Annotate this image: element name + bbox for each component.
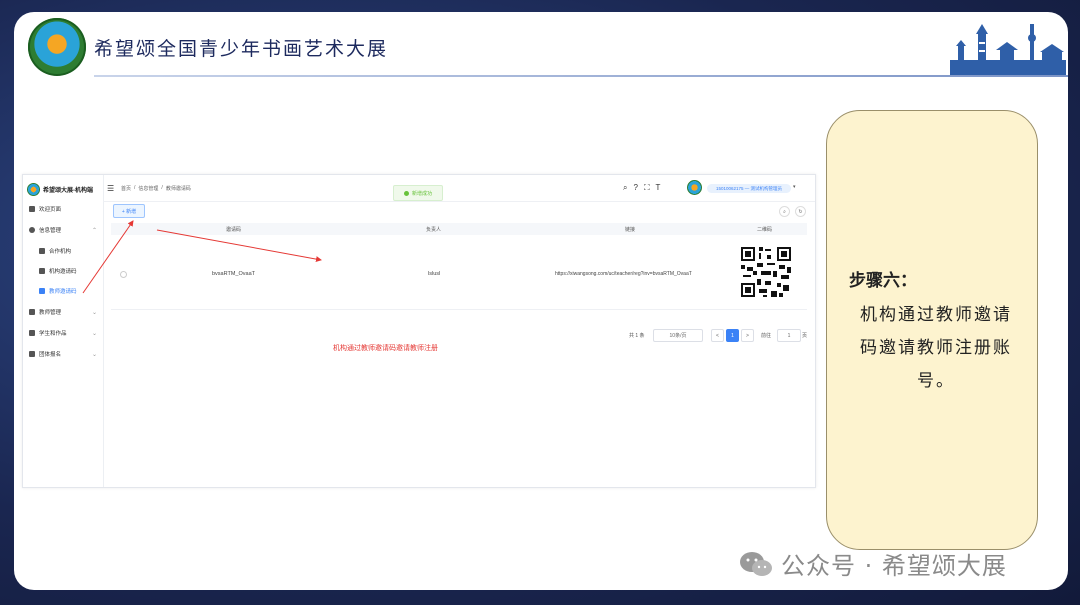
watermark-text: 公众号 · 希望颂大展 <box>781 552 1007 580</box>
wechat-icon <box>740 551 772 576</box>
add-button[interactable]: + 新增 <box>113 204 145 218</box>
sidebar-item-label: 教师邀请码 <box>49 289 77 295</box>
sidebar-brand: 希望颂大展-机构端 <box>27 181 93 197</box>
brand-label: 希望颂大展-机构端 <box>43 187 93 194</box>
sidebar-item-label: 机构邀请码 <box>49 269 77 275</box>
caret-down-icon[interactable]: ▾ <box>793 184 796 190</box>
header-divider <box>94 75 1068 77</box>
prev-page-button[interactable]: < <box>711 329 724 342</box>
cell-link[interactable]: https://xiwangsong.com/uc/teacher/reg?in… <box>555 271 692 277</box>
user-icon <box>39 288 45 294</box>
breadcrumb-separator: / <box>134 185 136 191</box>
page-number-current[interactable]: 1 <box>726 329 739 342</box>
page-unit-label: 页 <box>802 332 808 339</box>
city-skyline-icon <box>950 24 1066 76</box>
topbar: ☰ 首页 / 信息管理 / 教师邀请码 新增成功 ⌕ ? ⛶ T 1501006… <box>103 175 815 202</box>
monitor-icon <box>29 309 35 315</box>
check-circle-icon <box>403 190 409 196</box>
breadcrumb-current: 教师邀请码 <box>165 186 191 192</box>
slide-header: 希望颂全国青少年书画艺术大展 <box>14 12 1068 76</box>
search-icon[interactable]: ⌕ <box>623 183 627 193</box>
sidebar-item-label: 教师管理 <box>39 310 62 316</box>
fullscreen-icon[interactable]: ⛶ <box>644 183 650 193</box>
sidebar-item-org-invite-code[interactable]: 机构邀请码 <box>39 265 99 277</box>
cell-owner: lslusl <box>428 271 441 277</box>
step-description: 机构通过教师邀请码邀请教师注册账号。 <box>860 305 1012 391</box>
sidebar-item-label: 学生和作品 <box>39 331 67 337</box>
sidebar-item-teacher-management[interactable]: 教师管理 ⌄ <box>29 306 99 318</box>
pagination-total: 共 1 条 <box>629 332 645 339</box>
admin-screenshot: 希望颂大展-机构端 欢迎页面 信息管理 ⌃ 合作机构 机构邀请码 教师邀请码 教… <box>22 174 816 488</box>
breadcrumb-home[interactable]: 首页 <box>121 185 131 192</box>
table-header: 邀请码 负责人 链接 二维码 <box>111 223 807 235</box>
monitor-icon <box>29 351 35 357</box>
column-header-qrcode: 二维码 <box>757 227 773 233</box>
sidebar-item-students-works[interactable]: 学生和作品 ⌄ <box>29 327 99 339</box>
sidebar: 希望颂大展-机构端 欢迎页面 信息管理 ⌃ 合作机构 机构邀请码 教师邀请码 教… <box>23 175 104 487</box>
column-header-owner: 负责人 <box>426 227 442 233</box>
success-toast: 新增成功 <box>393 185 443 201</box>
sidebar-item-label: 信息管理 <box>39 228 62 234</box>
annotation-text: 机构通过教师邀请码邀请教师注册 <box>333 345 438 352</box>
breadcrumb: 首页 / 信息管理 / 教师邀请码 <box>121 185 191 192</box>
chevron-up-icon: ⌃ <box>91 227 97 234</box>
search-toggle-icon[interactable]: ⌕ <box>779 206 790 217</box>
goto-label: 前往 <box>761 332 772 339</box>
next-page-button[interactable]: > <box>741 329 754 342</box>
sidebar-item-label: 合作机构 <box>49 249 72 255</box>
breadcrumb-info-management[interactable]: 信息管理 <box>138 185 158 192</box>
qr-code-image <box>739 245 793 299</box>
table-row: bvsaRTM_OvaaT lslusl https://xiwangsong.… <box>111 237 807 310</box>
chevron-down-icon: ⌄ <box>91 309 97 316</box>
toolbar-icons: ⌕ ? ⛶ T <box>623 183 660 193</box>
sidebar-item-teacher-invite-code[interactable]: 教师邀请码 <box>39 285 99 297</box>
sidebar-item-partner-orgs[interactable]: 合作机构 <box>39 245 99 257</box>
help-icon[interactable]: ? <box>633 183 637 193</box>
chevron-down-icon: ⌄ <box>91 330 97 337</box>
user-icon <box>39 248 45 254</box>
dashboard-icon <box>29 206 35 212</box>
sidebar-item-label: 团体报名 <box>39 352 62 358</box>
page-size-select[interactable]: 10条/页 <box>653 329 703 342</box>
column-header-code: 邀请码 <box>226 227 242 233</box>
user-icon <box>39 268 45 274</box>
hamburger-menu-icon[interactable]: ☰ <box>107 184 114 193</box>
sidebar-item-label: 欢迎页面 <box>39 207 62 213</box>
gear-icon <box>29 227 35 233</box>
font-size-icon[interactable]: T <box>656 183 661 193</box>
brand-logo-icon <box>27 182 40 196</box>
step-note-card: 步骤六： 机构通过教师邀请码邀请教师注册账号。 <box>826 110 1038 550</box>
breadcrumb-separator: / <box>161 185 163 191</box>
column-header-link: 链接 <box>625 227 636 233</box>
slide-title: 希望颂全国青少年书画艺术大展 <box>94 38 389 60</box>
sidebar-item-welcome[interactable]: 欢迎页面 <box>29 203 99 215</box>
avatar[interactable] <box>687 180 702 195</box>
toast-message: 新增成功 <box>411 190 432 197</box>
event-logo <box>28 18 86 76</box>
row-radio[interactable] <box>120 271 127 278</box>
chevron-down-icon: ⌄ <box>91 351 97 358</box>
slide: 希望颂全国青少年书画艺术大展 希望颂大展-机构端 欢迎页面 信息管理 ⌃ 合作机… <box>14 12 1068 590</box>
refresh-icon[interactable]: ↻ <box>795 206 806 217</box>
watermark: 公众号 · 希望颂大展 <box>739 546 1007 581</box>
goto-page-input[interactable]: 1 <box>777 329 801 342</box>
sidebar-item-info-management[interactable]: 信息管理 ⌃ <box>29 224 99 236</box>
user-menu[interactable]: 15010062175 — 测试机构管理员 <box>707 184 791 193</box>
sidebar-item-group-registration[interactable]: 团体报名 ⌄ <box>29 348 99 360</box>
step-title: 步骤六： <box>849 271 917 291</box>
monitor-icon <box>29 330 35 336</box>
cell-code: bvsaRTM_OvaaT <box>212 271 255 277</box>
